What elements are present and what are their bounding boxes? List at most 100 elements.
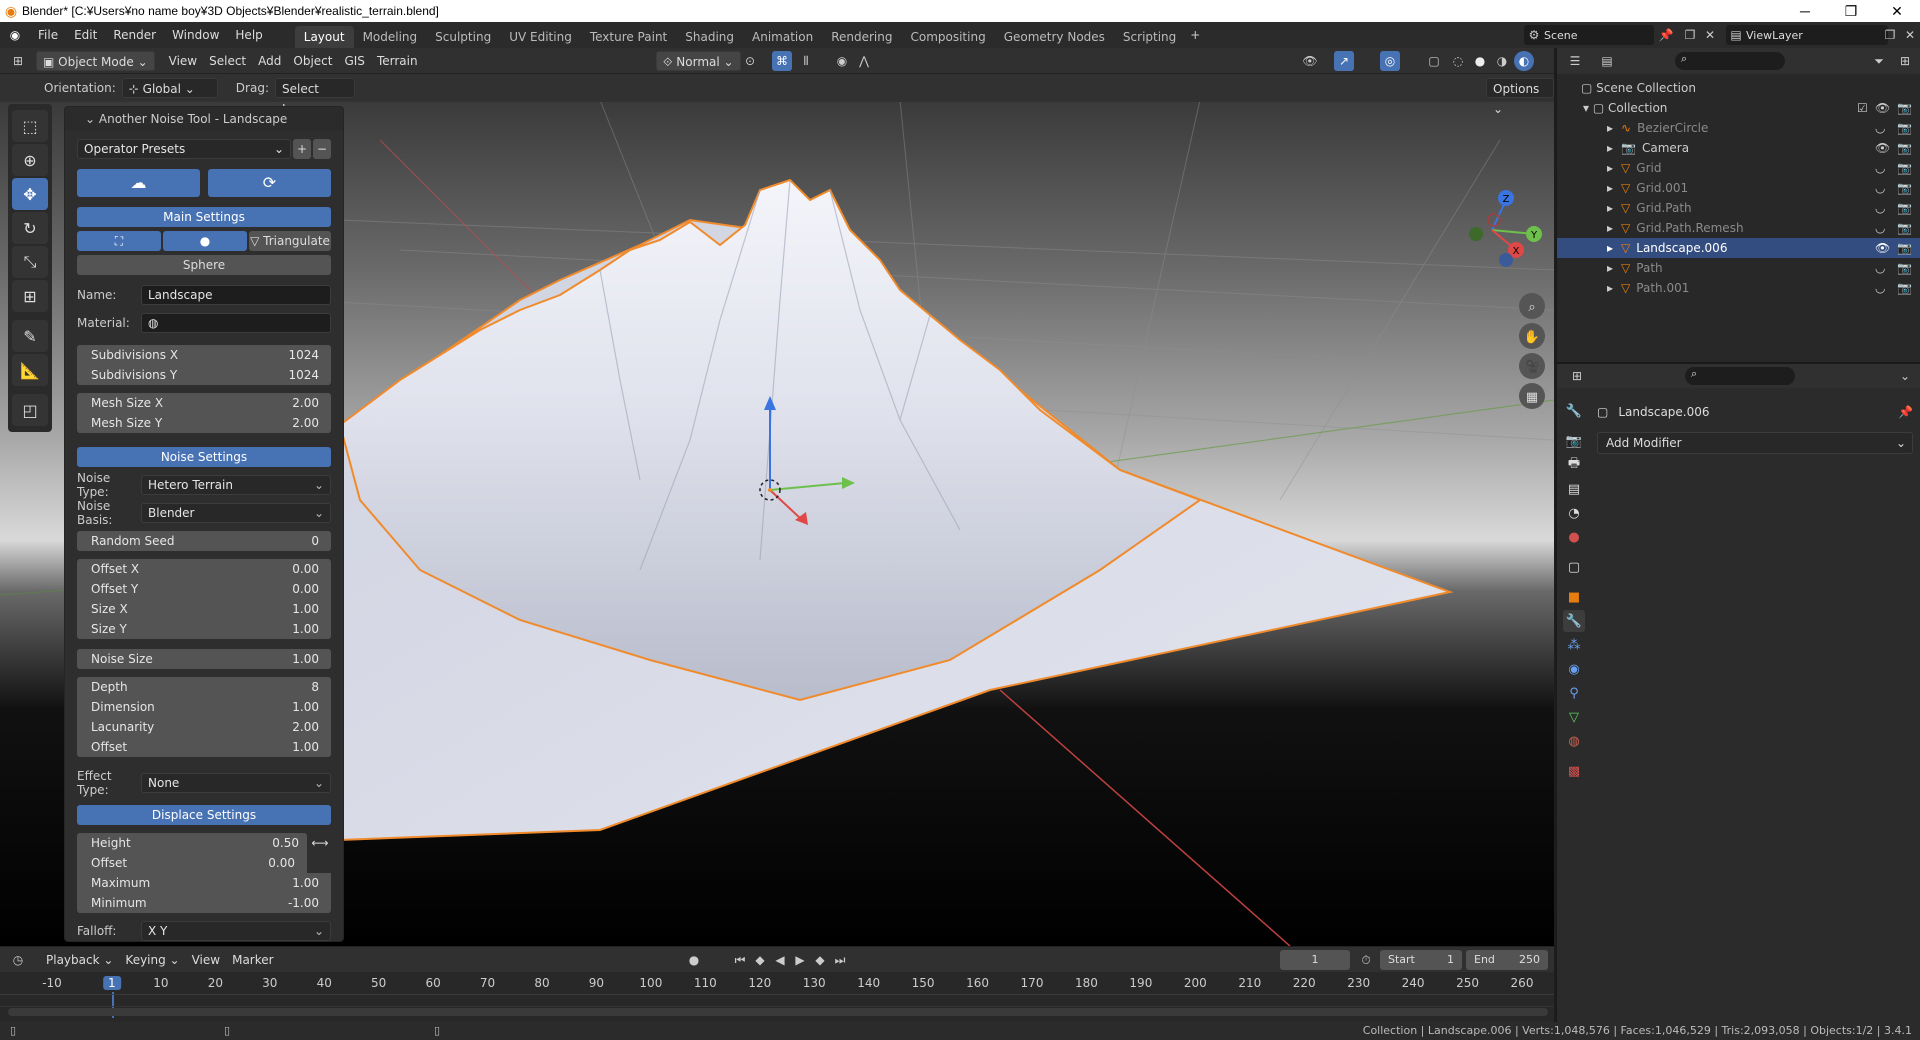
eye-icon[interactable]: ◡ bbox=[1875, 258, 1885, 278]
tab-uv-editing[interactable]: UV Editing bbox=[500, 26, 581, 48]
chevron-down-icon[interactable]: ⌄ bbox=[1895, 366, 1915, 386]
tab-geometry-nodes[interactable]: Geometry Nodes bbox=[995, 26, 1114, 48]
xray-icon[interactable]: ▢ bbox=[1424, 51, 1444, 71]
camera-render-icon[interactable]: 📷 bbox=[1897, 98, 1912, 118]
expand-icon[interactable]: ▸ bbox=[1607, 181, 1613, 195]
outliner-editor-icon[interactable]: ☰ bbox=[1565, 51, 1585, 71]
offset-x-field[interactable]: Offset X 0.00 bbox=[77, 559, 331, 579]
mesh-size-x-field[interactable]: Mesh Size X 2.00 bbox=[77, 393, 331, 413]
menu-terrain[interactable]: Terrain bbox=[371, 51, 424, 71]
snap-target-icon[interactable]: ⫴ bbox=[796, 51, 816, 71]
menu-select[interactable]: Select bbox=[203, 51, 252, 71]
checkbox-icon[interactable]: ☑ bbox=[1857, 98, 1868, 118]
new-collection-icon[interactable]: ⊞ bbox=[1895, 51, 1915, 71]
displace-settings-header[interactable]: Displace Settings bbox=[77, 805, 331, 825]
view-layer-tab-icon[interactable]: ▤ bbox=[1563, 478, 1585, 500]
subdivisions-y-field[interactable]: Subdivisions Y 1024 bbox=[77, 365, 331, 385]
transform-tool-icon[interactable]: ⊞ bbox=[12, 280, 48, 312]
menu-gis[interactable]: GIS bbox=[338, 51, 370, 71]
tab-layout[interactable]: Layout bbox=[294, 26, 354, 48]
gizmo-icon[interactable]: ↗ bbox=[1334, 51, 1354, 71]
solid-icon[interactable]: ● bbox=[1470, 51, 1490, 71]
material-field[interactable]: ◍ bbox=[141, 313, 331, 333]
object-tab-icon[interactable]: ■ bbox=[1563, 586, 1585, 608]
camera-render-icon[interactable]: 📷 bbox=[1897, 198, 1912, 218]
mesh-size-y-field[interactable]: Mesh Size Y 2.00 bbox=[77, 413, 331, 433]
tool-tab-icon[interactable]: 🔧 bbox=[1563, 400, 1585, 422]
view-layer-name[interactable]: ViewLayer bbox=[1746, 29, 1803, 42]
outliner-item-grid-001[interactable]: ▸ ▽ Grid.001 ◡ 📷 bbox=[1557, 178, 1920, 198]
outliner-item-path[interactable]: ▸ ▽ Path ◡ 📷 bbox=[1557, 258, 1920, 278]
menu-keying[interactable]: Keying ⌄ bbox=[119, 950, 185, 970]
triangulate-toggle[interactable]: ▽ Triangulate bbox=[249, 231, 331, 251]
particles-tab-icon[interactable]: ⁂ bbox=[1563, 634, 1585, 656]
expand-icon[interactable]: ▸ bbox=[1607, 121, 1613, 135]
properties-editor-icon[interactable]: ⊞ bbox=[1567, 366, 1587, 386]
operator-panel-title[interactable]: ⌄ Another Noise Tool - Landscape bbox=[65, 107, 343, 131]
outliner-item-grid-path[interactable]: ▸ ▽ Grid.Path ◡ 📷 bbox=[1557, 198, 1920, 218]
add-cube-tool-icon[interactable]: ◰ bbox=[12, 394, 48, 426]
proportional-edit-icon[interactable]: ◉ bbox=[832, 51, 852, 71]
outliner-item-grid-path-remesh[interactable]: ▸ ▽ Grid.Path.Remesh ◡ 📷 bbox=[1557, 218, 1920, 238]
hand-icon[interactable]: ✋ bbox=[1524, 329, 1540, 345]
wireframe-icon[interactable]: ◌ bbox=[1448, 51, 1468, 71]
current-frame-field[interactable]: 1 bbox=[1280, 950, 1350, 970]
modifier-tab-icon[interactable]: 🔧 bbox=[1563, 610, 1585, 632]
swap-icon[interactable]: ⟷ bbox=[309, 833, 331, 853]
start-frame-field[interactable]: Start 1 bbox=[1380, 950, 1462, 970]
expand-icon[interactable]: ▸ bbox=[1607, 241, 1613, 255]
eye-icon[interactable]: ◡ bbox=[1875, 278, 1885, 298]
output-tab-icon[interactable]: 🖶 bbox=[1563, 454, 1585, 476]
next-keyframe-icon[interactable]: ◆ bbox=[810, 950, 830, 970]
offset-y-field[interactable]: Offset Y 0.00 bbox=[77, 579, 331, 599]
maximum-field[interactable]: Maximum 1.00 bbox=[77, 873, 331, 893]
camera-view-icon[interactable]: 🎥 bbox=[1524, 359, 1540, 375]
jump-end-icon[interactable]: ⏭ bbox=[830, 950, 850, 970]
falloff-select[interactable]: X Y ⌄ bbox=[141, 921, 331, 941]
camera-render-icon[interactable]: 📷 bbox=[1897, 258, 1912, 278]
camera-render-icon[interactable]: 📷 bbox=[1897, 278, 1912, 298]
menu-render[interactable]: Render bbox=[105, 22, 164, 48]
subdivisions-x-field[interactable]: Subdivisions X 1024 bbox=[77, 345, 331, 365]
filter-icon[interactable]: ⏷ bbox=[1869, 51, 1889, 71]
eye-icon[interactable]: ◡ bbox=[1875, 218, 1885, 238]
options-button[interactable]: Options ⌄ bbox=[1486, 78, 1554, 116]
effect-type-select[interactable]: None ⌄ bbox=[141, 773, 331, 793]
delete-scene-icon[interactable]: ✕ bbox=[1700, 25, 1720, 45]
play-icon[interactable]: ▶ bbox=[790, 950, 810, 970]
eye-icon[interactable]: ◡ bbox=[1875, 158, 1885, 178]
outliner-scene-collection[interactable]: ▢ Scene Collection bbox=[1557, 78, 1920, 98]
noise-basis-select[interactable]: Blender ⌄ bbox=[141, 503, 331, 523]
eye-icon[interactable]: 👁 bbox=[1875, 98, 1890, 118]
overlay-icon[interactable]: ◎ bbox=[1380, 51, 1400, 71]
close-icon[interactable]: ✕ bbox=[1874, 0, 1920, 22]
transform-orientation-select[interactable]: ⟐ Normal ⌄ bbox=[656, 51, 741, 71]
outliner-collection[interactable]: ▾ ▢ Collection ☑ 👁 📷 bbox=[1557, 98, 1920, 118]
height-field[interactable]: Height 0.50 bbox=[77, 833, 307, 853]
constraints-tab-icon[interactable]: ⚲ bbox=[1563, 682, 1585, 704]
menu-marker[interactable]: Marker bbox=[226, 950, 279, 970]
timeline-scrollbar[interactable] bbox=[8, 1008, 1548, 1016]
menu-playback[interactable]: Playback ⌄ bbox=[40, 950, 119, 970]
main-settings-header[interactable]: Main Settings bbox=[77, 207, 331, 227]
camera-render-icon[interactable]: 📷 bbox=[1897, 178, 1912, 198]
camera-render-icon[interactable]: 📷 bbox=[1897, 118, 1912, 138]
tab-sculpting[interactable]: Sculpting bbox=[426, 26, 500, 48]
tab-rendering[interactable]: Rendering bbox=[822, 26, 901, 48]
navigation-gizmo[interactable]: Z Y X bbox=[1469, 190, 1542, 267]
displace-offset-field[interactable]: Offset 0.00 bbox=[77, 853, 307, 873]
eye-icon[interactable]: ◡ bbox=[1875, 118, 1885, 138]
minimize-icon[interactable]: ─ bbox=[1782, 0, 1828, 22]
scene-tab-icon[interactable]: ◔ bbox=[1563, 502, 1585, 524]
ortho-grid-icon[interactable]: ▦ bbox=[1526, 390, 1538, 405]
end-frame-field[interactable]: End 250 bbox=[1466, 950, 1548, 970]
eye-icon[interactable]: ◡ bbox=[1875, 178, 1885, 198]
size-y-field[interactable]: Size Y 1.00 bbox=[77, 619, 331, 639]
menu-edit[interactable]: Edit bbox=[66, 22, 105, 48]
play-reverse-icon[interactable]: ◀ bbox=[770, 950, 790, 970]
smooth-toggle[interactable]: ⛶ bbox=[77, 231, 161, 251]
maximize-icon[interactable]: ❐ bbox=[1828, 0, 1874, 22]
annotate-tool-icon[interactable]: ✎ bbox=[12, 320, 48, 352]
menu-add[interactable]: Add bbox=[252, 51, 287, 71]
record-icon[interactable]: ● bbox=[684, 950, 704, 970]
